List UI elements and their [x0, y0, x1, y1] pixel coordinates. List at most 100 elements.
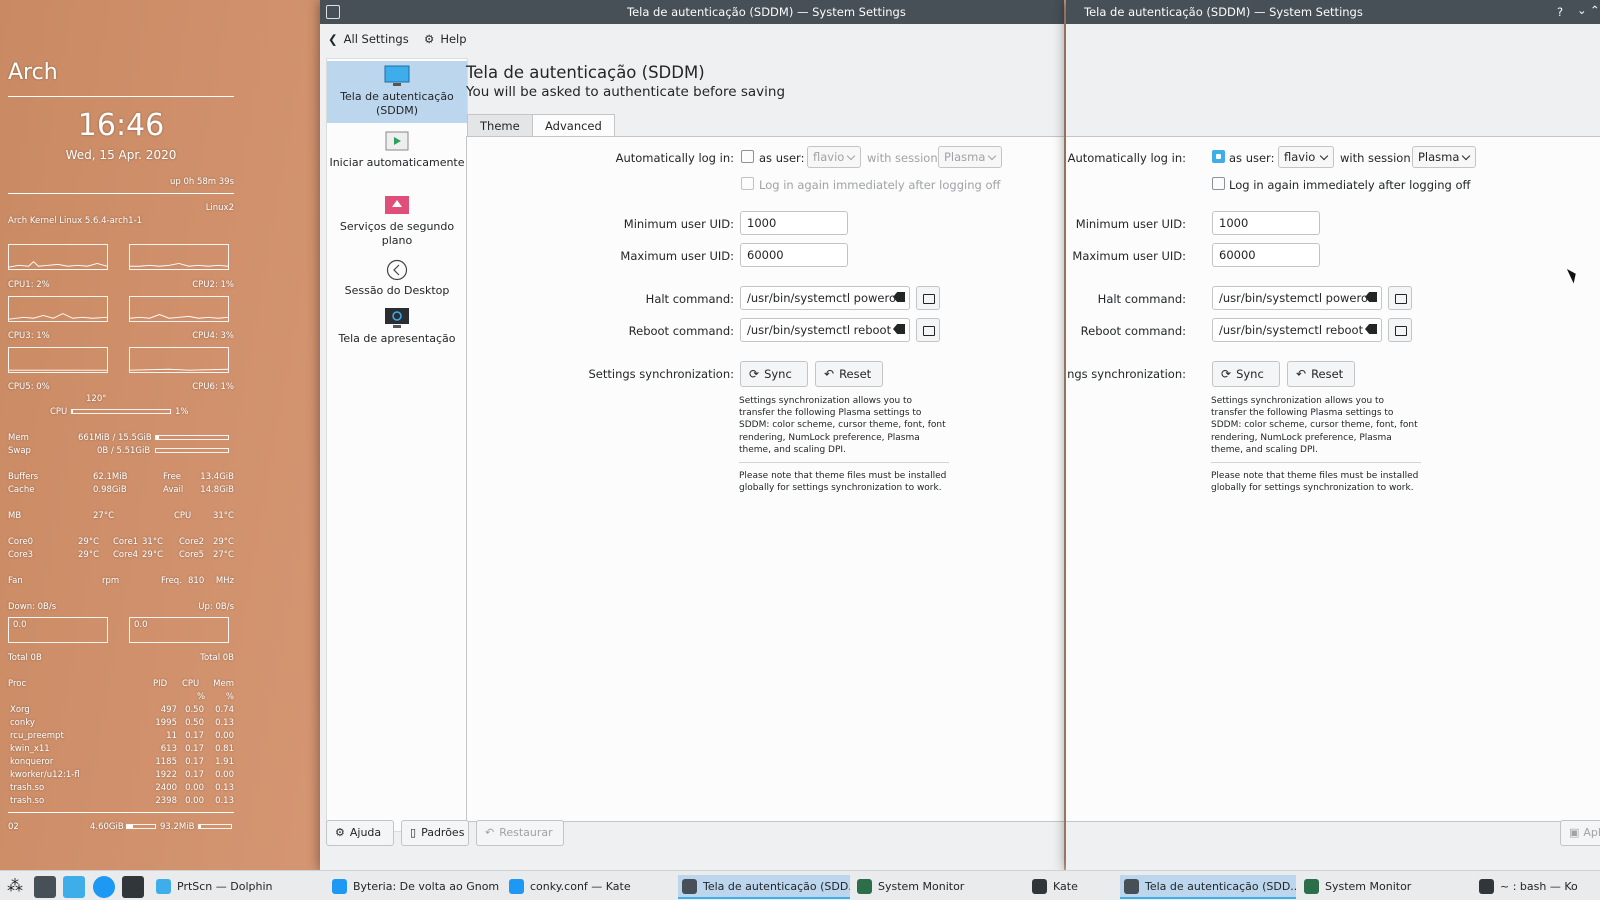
task-item[interactable]: Tela de autenticação (SDD... — [678, 875, 850, 899]
cpu2-label: CPU2: 1% — [192, 280, 234, 290]
apply-button[interactable]: ▣Apli — [1560, 820, 1600, 846]
sidebar-item-desktop-session[interactable]: Sessão do Desktop — [327, 255, 467, 301]
help-bottom-button[interactable]: ⚙ Ajuda — [326, 820, 394, 846]
clear-icon[interactable] — [1365, 324, 1377, 334]
min-uid-field[interactable]: 1000 — [740, 211, 848, 235]
app-icon — [682, 879, 697, 894]
reboot-command-field[interactable]: /usr/bin/systemctl reboot — [1212, 318, 1382, 342]
halt-command-field[interactable]: /usr/bin/systemctl poweroff — [1212, 286, 1382, 310]
task-item[interactable]: System Monitor — [1300, 875, 1472, 899]
app-icon — [1032, 879, 1047, 894]
help-icon: ⚙ — [335, 826, 345, 839]
reset-bottom-button[interactable]: ↶ Restaurar — [476, 820, 564, 846]
all-settings-button[interactable]: ❮ All Settings — [328, 32, 409, 46]
user-select[interactable]: flavio — [1278, 146, 1334, 168]
sidebar-item-splash-screen[interactable]: Tela de apresentação — [327, 303, 467, 351]
proc-list: Xorg 497 0.50 0.74 conky 1995 0.50 0.13 rcu_pree… — [8, 705, 234, 810]
proc-row: konqueror 1185 0.17 1.91 — [10, 757, 234, 767]
settings-window-1[interactable]: Tela de autenticação (SDDM) — System Set… — [320, 0, 1064, 870]
cpu1-label: CPU1: 2% — [8, 280, 50, 290]
title-bar[interactable]: Tela de autenticação (SDDM) — System Set… — [320, 0, 1064, 24]
relogin-checkbox[interactable] — [741, 177, 754, 190]
task-item[interactable]: Tela de autenticação (SDD... — [1120, 875, 1296, 899]
reset-button[interactable]: ↶ Reset — [815, 361, 883, 387]
help-icon[interactable]: ? — [1557, 5, 1563, 19]
user-select[interactable]: flavio — [807, 146, 861, 168]
sync-button[interactable]: ⟳ Sync — [740, 361, 808, 387]
cpu6-label: CPU6: 1% — [192, 382, 234, 392]
io-write: 93.2MiB — [160, 822, 195, 832]
system-settings-launcher-icon[interactable] — [34, 876, 56, 898]
halt-command-field[interactable]: /usr/bin/systemctl poweroff — [740, 286, 910, 310]
file-manager-launcher-icon[interactable] — [63, 876, 85, 898]
reboot-command-field[interactable]: /usr/bin/systemctl reboot — [740, 318, 910, 342]
min-uid-label: Minimum user UID: — [623, 217, 734, 231]
autologin-label: Automatically log in: — [1067, 151, 1186, 165]
free-label: Free — [163, 472, 182, 482]
theme-note: Please note that theme files must be ins… — [1211, 471, 1419, 494]
minimize-icon[interactable]: ⌄ — [1577, 3, 1587, 17]
cpu-total-bar — [71, 409, 171, 414]
browser-launcher-icon[interactable] — [93, 876, 115, 898]
proc-header-cpu: CPU — [182, 679, 200, 689]
title-bar[interactable]: Tela de autenticação (SDDM) — System Set… — [1066, 0, 1600, 24]
window-menu-icon[interactable] — [326, 5, 340, 19]
terminal-launcher-icon[interactable] — [122, 876, 144, 898]
tab-theme[interactable]: Theme — [467, 114, 533, 136]
apply-icon: ▣ — [1569, 826, 1580, 839]
cache-label: Cache — [8, 485, 35, 495]
autologin-checkbox[interactable] — [741, 150, 754, 163]
theme-note: Please note that theme files must be ins… — [739, 471, 947, 494]
session-select[interactable]: Plasma — [1412, 146, 1476, 168]
task-item[interactable]: Byteria: De volta ao Gnom... — [328, 875, 500, 899]
divider — [1211, 462, 1421, 463]
toolbar: ❮ All Settings ⚙ Help — [320, 24, 1064, 56]
app-icon — [156, 879, 171, 894]
proc-row: trash.so 2400 0.00 0.13 — [10, 783, 234, 793]
task-item[interactable]: ~ : bash — Ko — [1475, 875, 1600, 899]
reset-button[interactable]: ↶ Reset — [1287, 361, 1355, 387]
task-item[interactable]: PrtScn — Dolphin — [152, 875, 322, 899]
tab-advanced[interactable]: Advanced — [532, 114, 615, 137]
halt-command-label: Halt command: — [1097, 292, 1186, 306]
sync-button[interactable]: ⟳ Sync — [1212, 361, 1280, 387]
reboot-browse-button[interactable] — [916, 318, 940, 342]
max-uid-label: Maximum user UID: — [1072, 249, 1186, 263]
halt-browse-button[interactable] — [1388, 286, 1412, 310]
autologin-checkbox[interactable] — [1212, 150, 1225, 163]
cpu5-graph — [8, 347, 108, 373]
task-item[interactable]: conky.conf — Kate — [505, 875, 675, 899]
defaults-button[interactable]: ▯ Padrões — [401, 820, 469, 846]
app-icon — [1479, 879, 1494, 894]
cpu3-label: CPU3: 1% — [8, 331, 50, 341]
application-launcher-icon[interactable]: ⁂ — [4, 876, 26, 898]
sync-label: Settings synchronization: — [1066, 367, 1186, 381]
halt-browse-button[interactable] — [916, 286, 940, 310]
max-uid-field[interactable]: 60000 — [740, 243, 848, 267]
mb-label: MB — [8, 511, 22, 521]
sidebar: Tela de autenticação (SDDM) Iniciar auto… — [326, 58, 468, 832]
maximize-icon[interactable]: ⌃ — [1590, 3, 1600, 17]
as-user-label: as user: — [1229, 151, 1275, 165]
reboot-browse-button[interactable] — [1388, 318, 1412, 342]
cpu-total-label: CPU — [50, 407, 68, 417]
sidebar-item-autostart[interactable]: Iniciar automaticamente — [327, 127, 467, 187]
net-up-label: Up: 0B/s — [198, 602, 234, 612]
session-select[interactable]: Plasma — [938, 146, 1002, 168]
core2-label: Core2 — [179, 537, 205, 547]
clear-icon[interactable] — [893, 324, 905, 334]
task-item[interactable]: System Monitor — [853, 875, 1023, 899]
conky-time: 16:46 — [77, 108, 165, 143]
task-item[interactable]: Kate — [1028, 875, 1118, 899]
sidebar-item-background-services[interactable]: Serviços de segundo plano — [327, 191, 467, 251]
net-total-up: Total 0B — [200, 653, 234, 663]
net-total-down: Total 0B — [8, 653, 42, 663]
app-icon — [1124, 879, 1139, 894]
min-uid-field[interactable]: 1000 — [1212, 211, 1320, 235]
relogin-checkbox[interactable] — [1212, 177, 1225, 190]
cache-value: 0.98GiB — [93, 485, 127, 495]
help-button[interactable]: ⚙ Help — [424, 32, 467, 46]
max-uid-field[interactable]: 60000 — [1212, 243, 1320, 267]
settings-window-2[interactable]: Tela de autenticação (SDDM) — System Set… — [1066, 0, 1600, 870]
sidebar-item-sddm[interactable]: Tela de autenticação (SDDM) — [327, 61, 467, 123]
